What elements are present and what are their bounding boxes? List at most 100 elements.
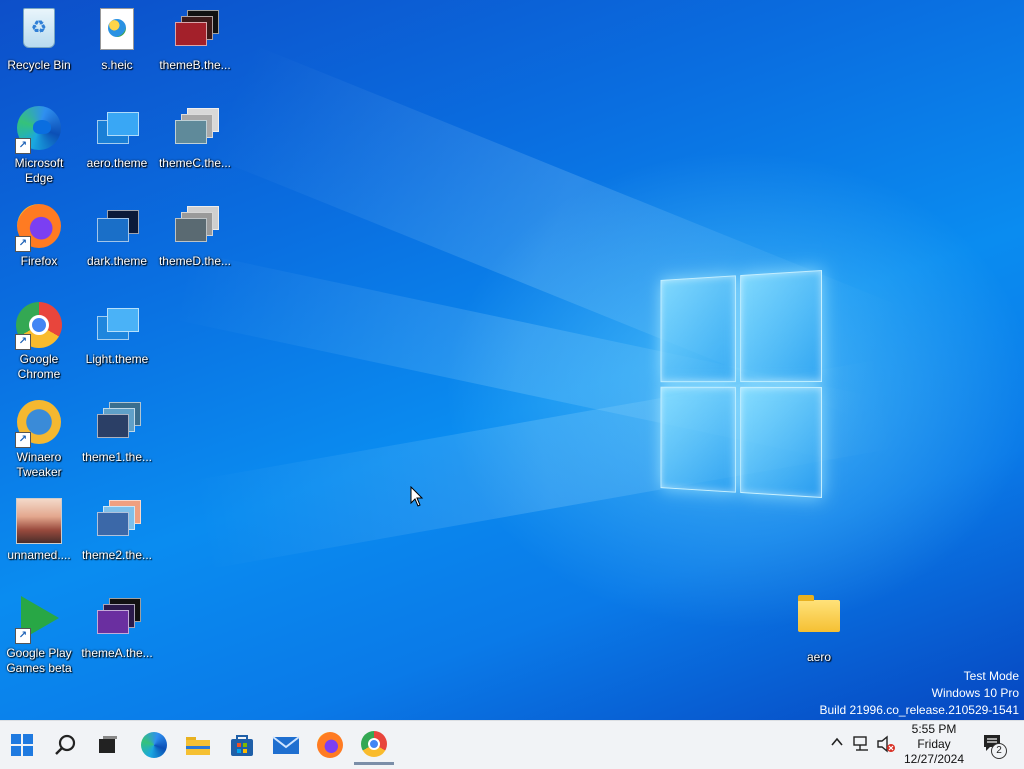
icon-label: aero.theme [86, 156, 148, 170]
watermark-line: Build 21996.co_release.210529-1541 [819, 703, 1020, 717]
logo-pane [660, 275, 736, 382]
desktop-icon-aero-folder[interactable]: aero [781, 590, 857, 665]
desktop-icon-edge[interactable]: ↗ Microsoft Edge [1, 100, 77, 186]
icon-label: theme2.the... [81, 548, 153, 562]
firefox-icon [317, 732, 343, 758]
theme-file-icon [171, 8, 219, 56]
icon-label: Recycle Bin [7, 58, 71, 72]
start-button[interactable] [2, 725, 42, 765]
desktop-icon-light-theme[interactable]: Light.theme [79, 296, 155, 367]
desktop-icon-recycle-bin[interactable]: ♻ Recycle Bin [1, 2, 77, 73]
edge-icon: ↗ [15, 106, 63, 154]
theme-file-icon [171, 204, 219, 252]
store-icon [231, 735, 253, 756]
icon-label: s.heic [101, 58, 133, 72]
desktop-icon-themeB[interactable]: themeB.the... [157, 2, 233, 73]
taskbar-store-button[interactable] [222, 725, 262, 765]
desktop-wallpaper: ♻ Recycle Bin ↗ Microsoft Edge ↗ Firefox… [0, 0, 1024, 720]
mouse-cursor-icon [410, 486, 424, 507]
network-icon [853, 736, 868, 751]
shortcut-arrow-icon: ↗ [15, 236, 31, 252]
icon-label: Google Chrome [17, 352, 61, 381]
network-button[interactable] [852, 735, 872, 756]
mail-icon [272, 736, 300, 754]
desktop-icon-theme1[interactable]: theme1.the... [79, 394, 155, 465]
chevron-up-icon [831, 737, 843, 746]
taskbar: 5:55 PM Friday 12/27/2024 2 [0, 720, 1024, 769]
icon-label: Winaero Tweaker [16, 450, 62, 479]
theme-file-icon [93, 302, 141, 350]
icon-label: themeB.the... [159, 58, 231, 72]
icon-label: Light.theme [85, 352, 149, 366]
taskbar-edge-button[interactable] [134, 725, 174, 765]
icon-label: themeD.the... [158, 254, 232, 268]
theme-file-icon [171, 106, 219, 154]
firefox-icon: ↗ [15, 204, 63, 252]
watermark-line: Windows 10 Pro [931, 686, 1019, 700]
desktop-icon-chrome[interactable]: ↗ Google Chrome [1, 296, 77, 382]
theme-file-icon [93, 596, 141, 644]
theme-file-icon [93, 106, 141, 154]
icon-label: dark.theme [86, 254, 148, 268]
clock-day: Friday [917, 737, 951, 751]
clock-time: 5:55 PM [911, 722, 957, 736]
desktop-icon-play-games[interactable]: ↗ Google Play Games beta [1, 590, 77, 676]
icon-label: themeA.the... [81, 646, 153, 660]
volume-button[interactable] [876, 735, 896, 756]
volume-muted-icon [877, 735, 895, 753]
desktop-icon-unnamed[interactable]: unnamed.... [1, 492, 77, 563]
icon-label: Google Play Games beta [6, 646, 72, 675]
logo-pane [660, 386, 736, 493]
taskbar-chrome-button[interactable] [354, 725, 394, 765]
theme-file-icon [93, 400, 141, 448]
desktop-icon-firefox[interactable]: ↗ Firefox [1, 198, 77, 269]
clock-date: 12/27/2024 [903, 752, 965, 766]
action-center-button[interactable]: 2 [982, 733, 1007, 759]
file-explorer-icon [186, 737, 210, 755]
folder-icon [795, 595, 843, 648]
windows-logo-wallpaper [660, 270, 822, 498]
clock-button[interactable]: 5:55 PM Friday 12/27/2024 [902, 722, 966, 767]
desktop-icon-themeC[interactable]: themeC.the... [157, 100, 233, 171]
task-view-icon [99, 736, 117, 753]
logo-pane [739, 386, 822, 498]
icon-label: unnamed.... [7, 548, 71, 562]
search-button[interactable] [46, 725, 86, 765]
desktop-icon-themeD[interactable]: themeD.the... [157, 198, 233, 269]
taskbar-mail-button[interactable] [266, 725, 306, 765]
desktop-icon-winaero[interactable]: ↗ Winaero Tweaker [1, 394, 77, 480]
notification-count-badge: 2 [991, 743, 1007, 759]
winaero-icon: ↗ [15, 400, 63, 448]
desktop-icon-s-heic[interactable]: s.heic [79, 2, 155, 73]
desktop-icon-aero-theme[interactable]: aero.theme [79, 100, 155, 171]
taskbar-firefox-button[interactable] [310, 725, 350, 765]
desktop-icon-dark-theme[interactable]: dark.theme [79, 198, 155, 269]
taskbar-file-explorer-button[interactable] [178, 725, 218, 765]
icon-label: aero [806, 650, 832, 664]
chrome-icon: ↗ [15, 302, 63, 350]
edge-icon [141, 732, 167, 758]
task-view-button[interactable] [88, 725, 128, 765]
theme-file-icon [93, 204, 141, 252]
shortcut-arrow-icon: ↗ [15, 138, 31, 154]
icon-label: Firefox [20, 254, 58, 268]
image-file-icon [15, 498, 63, 546]
start-icon [11, 734, 33, 756]
desktop-icon-theme2[interactable]: theme2.the... [79, 492, 155, 563]
chrome-icon [361, 730, 387, 757]
shortcut-arrow-icon: ↗ [15, 628, 31, 644]
watermark-line: Test Mode [963, 669, 1019, 683]
heic-file-icon [93, 8, 141, 56]
logo-pane [739, 270, 822, 382]
search-icon [55, 734, 76, 755]
icon-label: theme1.the... [81, 450, 153, 464]
icon-label: themeC.the... [158, 156, 232, 170]
theme-file-icon [93, 498, 141, 546]
recycle-bin-icon: ♻ [15, 8, 63, 56]
shortcut-arrow-icon: ↗ [15, 334, 31, 350]
test-mode-watermark: Test Mode Windows 10 Pro Build 21996.co_… [820, 668, 1020, 719]
desktop-icon-themeA[interactable]: themeA.the... [79, 590, 155, 661]
show-hidden-icons-button[interactable] [830, 735, 844, 752]
play-games-icon: ↗ [15, 596, 63, 644]
shortcut-arrow-icon: ↗ [15, 432, 31, 448]
